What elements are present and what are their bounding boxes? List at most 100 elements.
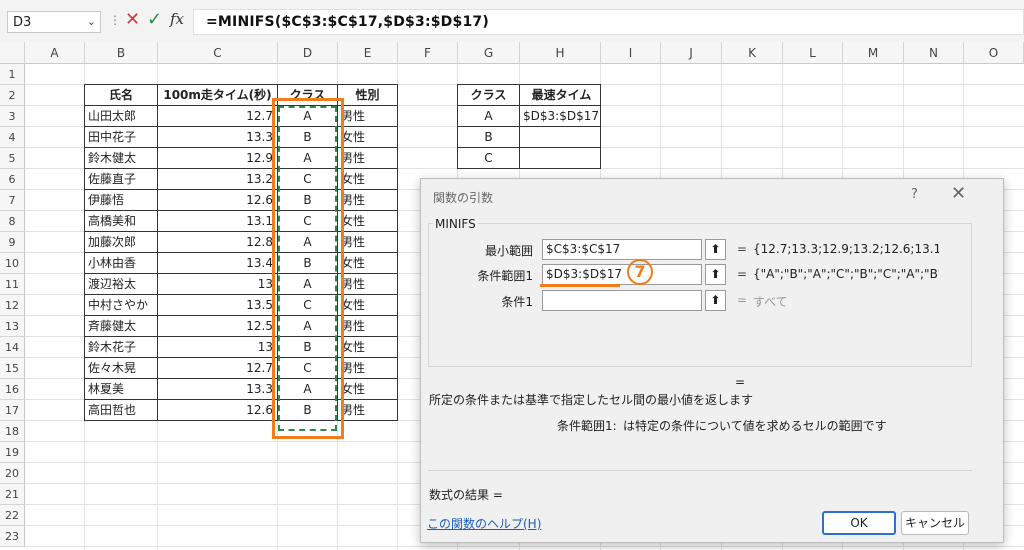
function-help-link[interactable]: この関数のヘルプ(H) [427, 515, 541, 532]
row-header[interactable]: 8 [0, 211, 25, 232]
summary-cell[interactable]: C [457, 147, 520, 169]
table-cell[interactable]: 13 [157, 273, 278, 295]
column-header[interactable]: I [601, 42, 661, 64]
summary-header-cell[interactable]: 最速タイム [519, 84, 601, 106]
table-header-cell[interactable]: 100m走タイム(秒) [157, 84, 278, 106]
table-cell[interactable]: 伊藤悟 [84, 189, 158, 211]
close-icon[interactable]: ✕ [951, 183, 966, 204]
collapse-dialog-icon[interactable]: ⬆ [705, 239, 726, 260]
summary-header-cell[interactable]: クラス [457, 84, 520, 106]
row-header[interactable]: 4 [0, 127, 25, 148]
table-cell[interactable]: 13 [157, 336, 278, 358]
table-cell[interactable]: 13.4 [157, 252, 278, 274]
column-header[interactable]: D [278, 42, 338, 64]
table-cell[interactable]: 女性 [337, 126, 398, 148]
table-cell[interactable]: 男性 [337, 147, 398, 169]
table-cell[interactable]: 13.3 [157, 126, 278, 148]
table-cell[interactable]: 斉藤健太 [84, 315, 158, 337]
help-icon[interactable]: ? [911, 187, 918, 202]
row-header[interactable]: 19 [0, 442, 25, 463]
table-cell[interactable]: 渡辺裕太 [84, 273, 158, 295]
table-cell[interactable]: 男性 [337, 273, 398, 295]
summary-cell[interactable]: $D$3:$D$17) [519, 105, 601, 127]
criteria1-input[interactable] [542, 290, 702, 311]
criteria-range1-input[interactable]: $D$3:$D$17 [542, 264, 702, 285]
table-cell[interactable]: 高橋美和 [84, 210, 158, 232]
table-cell[interactable]: 高田哲也 [84, 399, 158, 421]
row-header[interactable]: 16 [0, 379, 25, 400]
collapse-dialog-icon[interactable]: ⬆ [705, 264, 726, 285]
row-header[interactable]: 20 [0, 463, 25, 484]
row-header[interactable]: 23 [0, 526, 25, 547]
min-range-input[interactable]: $C$3:$C$17 [542, 239, 702, 260]
table-cell[interactable]: 12.6 [157, 399, 278, 421]
table-cell[interactable]: 12.7 [157, 105, 278, 127]
table-cell[interactable]: 鈴木健太 [84, 147, 158, 169]
column-header[interactable]: G [458, 42, 520, 64]
table-cell[interactable]: 13.5 [157, 294, 278, 316]
row-header[interactable]: 5 [0, 148, 25, 169]
table-cell[interactable]: 女性 [337, 168, 398, 190]
table-cell[interactable]: 12.7 [157, 357, 278, 379]
row-header[interactable]: 2 [0, 85, 25, 106]
column-header[interactable]: J [661, 42, 722, 64]
row-header[interactable]: 21 [0, 484, 25, 505]
summary-cell[interactable] [519, 147, 601, 169]
row-header[interactable]: 12 [0, 295, 25, 316]
table-cell[interactable]: 男性 [337, 105, 398, 127]
row-header[interactable]: 9 [0, 232, 25, 253]
row-header[interactable]: 15 [0, 358, 25, 379]
summary-cell[interactable]: A [457, 105, 520, 127]
column-header[interactable]: F [398, 42, 458, 64]
table-cell[interactable]: 小林由香 [84, 252, 158, 274]
table-cell[interactable]: 12.5 [157, 315, 278, 337]
table-cell[interactable]: 山田太郎 [84, 105, 158, 127]
table-cell[interactable]: 12.9 [157, 147, 278, 169]
table-cell[interactable]: 男性 [337, 189, 398, 211]
column-header[interactable]: A [25, 42, 85, 64]
table-cell[interactable]: 佐々木晃 [84, 357, 158, 379]
column-header[interactable]: B [85, 42, 158, 64]
table-cell[interactable]: 中村さやか [84, 294, 158, 316]
more-options-icon[interactable]: ⋮ [109, 13, 121, 27]
cancel-entry-icon[interactable]: ✕ [125, 9, 140, 30]
table-cell[interactable]: 13.2 [157, 168, 278, 190]
summary-cell[interactable]: B [457, 126, 520, 148]
table-cell[interactable]: 13.1 [157, 210, 278, 232]
row-header[interactable]: 13 [0, 316, 25, 337]
row-header[interactable]: 11 [0, 274, 25, 295]
collapse-dialog-icon[interactable]: ⬆ [705, 290, 726, 311]
table-cell[interactable]: 12.6 [157, 189, 278, 211]
column-header[interactable]: M [843, 42, 904, 64]
row-header[interactable]: 22 [0, 505, 25, 526]
table-cell[interactable]: 男性 [337, 399, 398, 421]
row-header[interactable]: 18 [0, 421, 25, 442]
chevron-down-icon[interactable]: ⌄ [87, 15, 96, 28]
row-header[interactable]: 7 [0, 190, 25, 211]
table-header-cell[interactable]: 性別 [337, 84, 398, 106]
row-header[interactable]: 14 [0, 337, 25, 358]
table-cell[interactable]: 13.3 [157, 378, 278, 400]
summary-cell[interactable] [519, 126, 601, 148]
row-header[interactable]: 3 [0, 106, 25, 127]
table-header-cell[interactable]: 氏名 [84, 84, 158, 106]
table-cell[interactable]: 12.8 [157, 231, 278, 253]
table-cell[interactable]: 男性 [337, 231, 398, 253]
table-cell[interactable]: 林夏美 [84, 378, 158, 400]
table-cell[interactable]: 女性 [337, 336, 398, 358]
cancel-button[interactable]: キャンセル [901, 511, 969, 535]
column-header[interactable]: E [338, 42, 398, 64]
column-header[interactable]: H [520, 42, 601, 64]
column-header[interactable]: N [904, 42, 964, 64]
select-all-corner[interactable] [0, 42, 25, 64]
table-cell[interactable]: 加藤次郎 [84, 231, 158, 253]
name-box[interactable]: D3 ⌄ [7, 11, 101, 33]
table-cell[interactable]: 男性 [337, 315, 398, 337]
row-header[interactable]: 6 [0, 169, 25, 190]
table-cell[interactable]: 男性 [337, 357, 398, 379]
table-cell[interactable]: 女性 [337, 252, 398, 274]
table-cell[interactable]: 鈴木花子 [84, 336, 158, 358]
table-cell[interactable]: 女性 [337, 210, 398, 232]
table-cell[interactable]: 佐藤直子 [84, 168, 158, 190]
table-cell[interactable]: 女性 [337, 294, 398, 316]
